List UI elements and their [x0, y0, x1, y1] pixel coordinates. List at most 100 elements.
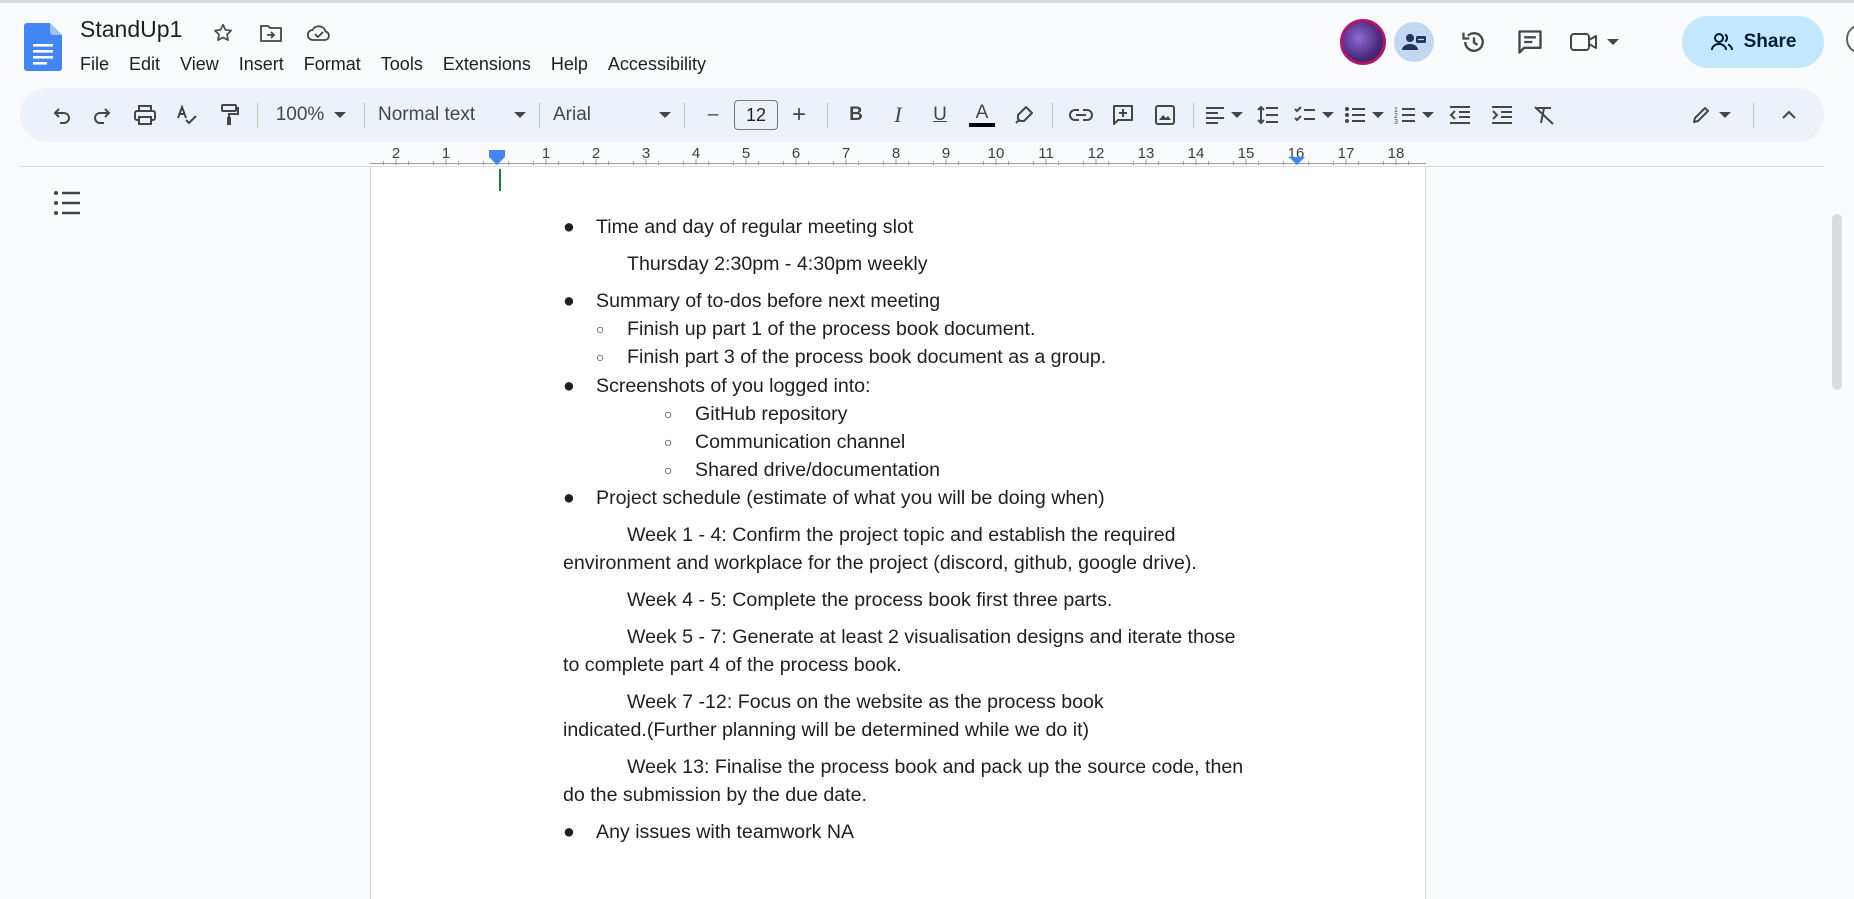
- document-body[interactable]: ● Time and day of regular meeting slot T…: [563, 213, 1303, 846]
- menu-edit[interactable]: Edit: [119, 52, 170, 76]
- checklist-icon[interactable]: [1289, 97, 1339, 133]
- document-page[interactable]: ● Time and day of regular meeting slot T…: [370, 167, 1426, 899]
- vertical-scrollbar[interactable]: [1832, 214, 1842, 390]
- paragraph: environment and workplace for the projec…: [563, 549, 1303, 586]
- cloud-saved-icon[interactable]: [306, 20, 332, 46]
- window-top-border: [0, 0, 1854, 3]
- move-folder-icon[interactable]: [258, 20, 284, 46]
- sub-list-item: ○ Shared drive/documentation: [563, 456, 1303, 484]
- menu-file[interactable]: File: [70, 52, 119, 76]
- zoom-value: 100%: [275, 104, 325, 125]
- user-avatar[interactable]: [1340, 19, 1386, 65]
- text-color-button[interactable]: A: [961, 97, 1003, 133]
- print-icon[interactable]: [124, 97, 166, 133]
- decrease-font-size-button[interactable]: –: [692, 97, 734, 133]
- hollow-bullet: ○: [596, 349, 605, 365]
- collapse-icon[interactable]: [1768, 97, 1810, 133]
- line-spacing-icon[interactable]: [1247, 97, 1289, 133]
- paint-format-icon[interactable]: [208, 97, 250, 133]
- bullet: ●: [563, 821, 575, 843]
- toolbar-divider: [1753, 102, 1754, 128]
- paragraph: do the submission by the due date.: [563, 781, 1303, 818]
- paragraph-text: Week 5 - 7: Generate at least 2 visualis…: [627, 626, 1236, 648]
- bold-button[interactable]: B: [835, 97, 877, 133]
- highlight-icon[interactable]: [1003, 97, 1045, 133]
- collaborators-icon[interactable]: [1394, 22, 1434, 62]
- ruler-label: 2: [591, 145, 601, 162]
- toolbar-divider: [364, 102, 365, 128]
- document-title[interactable]: StandUp1: [80, 16, 182, 43]
- docs-logo-icon[interactable]: [24, 23, 62, 71]
- share-button[interactable]: Share: [1682, 16, 1824, 68]
- ruler-label: 11: [1038, 145, 1054, 162]
- add-comment-icon[interactable]: [1102, 97, 1144, 133]
- decrease-indent-icon[interactable]: [1439, 97, 1481, 133]
- menu-view[interactable]: View: [170, 52, 229, 76]
- horizontal-ruler[interactable]: 2 1 1 2 3 4 5 6 7 8 9 10 11 12 13 14 15 …: [370, 144, 1426, 166]
- sub-list-item: ○ Finish part 3 of the process book docu…: [563, 343, 1303, 372]
- increase-indent-icon[interactable]: [1481, 97, 1523, 133]
- sub-list-item: ○ Communication channel: [563, 428, 1303, 456]
- italic-button[interactable]: I: [877, 97, 919, 133]
- list-item: ● Screenshots of you logged into:: [563, 372, 1303, 400]
- bullet: ●: [563, 290, 575, 312]
- ruler-label: 10: [987, 145, 1005, 162]
- ruler-label: 2: [391, 145, 401, 162]
- paragraph-text: Week 13: Finalise the process book and p…: [627, 756, 1244, 778]
- bullet-list-icon[interactable]: [1339, 97, 1389, 133]
- sub-list-item: ○ GitHub repository: [563, 400, 1303, 428]
- numbered-list-icon[interactable]: 123: [1389, 97, 1439, 133]
- menu-tools[interactable]: Tools: [371, 52, 433, 76]
- menu-accessibility[interactable]: Accessibility: [598, 52, 716, 76]
- meet-icon[interactable]: [1562, 18, 1626, 66]
- list-item-text: Project schedule (estimate of what you w…: [596, 487, 1105, 509]
- menu-insert[interactable]: Insert: [229, 52, 294, 76]
- link-icon[interactable]: [1060, 97, 1102, 133]
- redo-icon[interactable]: [82, 97, 124, 133]
- ruler-label: 17: [1337, 145, 1355, 162]
- paragraph-text: Week 4 - 5: Complete the process book fi…: [627, 589, 1113, 611]
- sub-list-item-text: Communication channel: [695, 431, 906, 453]
- edit-mode-icon[interactable]: [1683, 97, 1739, 133]
- left-indent-marker[interactable]: [489, 157, 505, 166]
- underline-button[interactable]: U: [919, 97, 961, 133]
- menu-format[interactable]: Format: [294, 52, 371, 76]
- ruler-label: 12: [1087, 145, 1105, 162]
- sub-list-item-text: Shared drive/documentation: [695, 459, 941, 481]
- star-icon[interactable]: [210, 20, 236, 46]
- menu-extensions[interactable]: Extensions: [433, 52, 541, 76]
- account-avatar[interactable]: [1846, 24, 1854, 54]
- ruler-label: 14: [1187, 145, 1205, 162]
- sub-list-item-text: Finish up part 1 of the process book doc…: [627, 318, 1036, 340]
- toolbar-divider: [257, 102, 258, 128]
- paragraph-style-select[interactable]: Normal text: [372, 97, 532, 133]
- image-icon[interactable]: [1144, 97, 1186, 133]
- font-family-select[interactable]: Arial: [547, 97, 677, 133]
- comment-icon[interactable]: [1506, 18, 1554, 66]
- history-icon[interactable]: [1450, 18, 1498, 66]
- paragraph-text: environment and workplace for the projec…: [563, 552, 1197, 574]
- ruler-label: 9: [941, 145, 951, 162]
- list-item-text: Summary of to-dos before next meeting: [596, 290, 941, 312]
- paragraph-style-value: Normal text: [378, 104, 476, 125]
- chevron-down-icon: [334, 112, 347, 118]
- spellcheck-icon[interactable]: [166, 97, 208, 133]
- paragraph-text: Week 7 -12: Focus on the website as the …: [627, 691, 1104, 713]
- svg-text:3: 3: [1394, 119, 1398, 125]
- ruler-label: 3: [641, 145, 651, 162]
- align-left-icon[interactable]: [1201, 97, 1247, 133]
- increase-font-size-button[interactable]: +: [778, 97, 820, 133]
- outline-icon[interactable]: [52, 188, 82, 218]
- chevron-down-icon: [659, 112, 671, 118]
- zoom-select[interactable]: 100%: [265, 97, 357, 133]
- clear-format-icon[interactable]: [1523, 97, 1565, 133]
- menu-help[interactable]: Help: [541, 52, 598, 76]
- paragraph: Thursday 2:30pm - 4:30pm weekly: [563, 250, 1303, 287]
- right-indent-marker[interactable]: [1289, 157, 1305, 166]
- font-size-input[interactable]: 12: [734, 100, 778, 130]
- list-item-text: Any issues with teamwork NA: [596, 821, 855, 843]
- text-color-glyph: A: [975, 102, 989, 123]
- undo-icon[interactable]: [40, 97, 82, 133]
- paragraph-text: Week 1 - 4: Confirm the project topic an…: [627, 524, 1176, 546]
- ruler-label: 6: [791, 145, 801, 162]
